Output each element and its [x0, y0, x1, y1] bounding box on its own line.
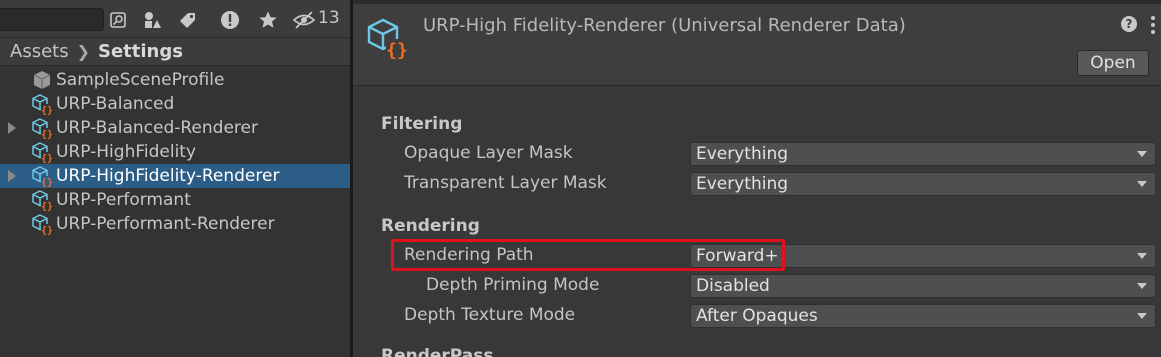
filter-by-type-icon[interactable]	[136, 6, 168, 34]
asset-label: URP-HighFidelity	[56, 142, 197, 162]
asset-item[interactable]: {} URP-Balanced	[0, 92, 350, 116]
inspector-header: {} URP-High Fidelity-Renderer (Universal…	[353, 4, 1161, 86]
volume-profile-icon	[30, 69, 54, 91]
opaque-layer-mask-dropdown[interactable]: Everything	[690, 142, 1156, 166]
dropdown-value: Everything	[696, 144, 789, 164]
svg-text:{}: {}	[41, 106, 53, 116]
urp-asset-icon: {}	[30, 117, 54, 139]
prop-label: Depth Priming Mode	[426, 275, 600, 295]
dropdown-value: Disabled	[696, 276, 770, 296]
prop-depth-priming-mode: Depth Priming Mode Disabled	[353, 271, 1161, 301]
urp-asset-icon: {}	[30, 93, 54, 115]
asset-label: SampleSceneProfile	[56, 70, 225, 90]
scene-search-icon[interactable]	[102, 6, 134, 34]
prop-transparent-layer-mask: Transparent Layer Mask Everything	[353, 169, 1161, 199]
favorites-star-icon[interactable]	[252, 6, 284, 34]
asset-label: URP-Performant-Renderer	[56, 214, 275, 234]
asset-item[interactable]: SampleSceneProfile	[0, 68, 350, 92]
search-field[interactable]	[0, 8, 104, 31]
dropdown-arrow-icon	[1137, 313, 1147, 319]
asset-label: URP-Balanced	[56, 94, 175, 114]
urp-asset-icon: {}	[30, 141, 54, 163]
prop-rendering-path: Rendering Path Forward+	[353, 241, 1161, 271]
svg-text:{}: {}	[41, 178, 53, 188]
dropdown-arrow-icon	[1137, 151, 1147, 157]
chevron-right-icon: ❯	[76, 42, 90, 61]
depth-priming-mode-dropdown[interactable]: Disabled	[690, 274, 1156, 298]
hidden-packages-eye-icon[interactable]	[288, 6, 320, 34]
prop-opaque-layer-mask: Opaque Layer Mask Everything	[353, 139, 1161, 169]
help-icon[interactable]: ?	[1121, 16, 1137, 32]
open-button[interactable]: Open	[1077, 50, 1149, 76]
svg-text:{}: {}	[41, 202, 53, 212]
prop-label: Transparent Layer Mask	[404, 173, 607, 193]
svg-text:{}: {}	[386, 40, 408, 61]
dropdown-arrow-icon	[1137, 253, 1147, 259]
asset-item[interactable]: {} URP-HighFidelity	[0, 140, 350, 164]
project-panel: 13 Assets ❯ Settings SampleSceneProfile{…	[0, 0, 350, 357]
foldout-arrow-icon[interactable]	[8, 122, 16, 134]
filter-by-label-icon[interactable]	[172, 6, 204, 34]
urp-asset-icon: {}	[30, 213, 54, 235]
hidden-count: 13	[318, 8, 340, 28]
asset-item[interactable]: {} URP-Performant	[0, 188, 350, 212]
breadcrumb: Assets ❯ Settings	[0, 38, 350, 66]
transparent-layer-mask-dropdown[interactable]: Everything	[690, 172, 1156, 196]
kebab-menu-icon[interactable]	[1151, 16, 1155, 34]
asset-label: URP-Balanced-Renderer	[56, 118, 258, 138]
project-toolbar: 13	[0, 0, 350, 38]
asset-item[interactable]: {} URP-Performant-Renderer	[0, 212, 350, 236]
inspector-title: URP-High Fidelity-Renderer (Universal Re…	[423, 15, 906, 36]
dropdown-value: Everything	[696, 174, 789, 194]
rendering-path-dropdown[interactable]: Forward+	[690, 244, 1156, 268]
section-rendering: Rendering	[381, 216, 480, 236]
asset-list: SampleSceneProfile{} URP-Balanced{} URP-Ba…	[0, 68, 350, 236]
depth-texture-mode-dropdown[interactable]: After Opaques	[690, 304, 1156, 328]
dropdown-arrow-icon	[1137, 181, 1147, 187]
dropdown-value: After Opaques	[696, 306, 818, 326]
asset-item[interactable]: {} URP-Balanced-Renderer	[0, 116, 350, 140]
svg-text:{}: {}	[41, 130, 53, 140]
foldout-arrow-icon[interactable]	[8, 170, 16, 182]
svg-text:{}: {}	[41, 226, 53, 236]
asset-item[interactable]: {} URP-HighFidelity-Renderer	[0, 164, 350, 188]
inspector-panel: {} URP-High Fidelity-Renderer (Universal…	[353, 0, 1161, 357]
prop-label: Depth Texture Mode	[404, 305, 576, 325]
prop-label: Opaque Layer Mask	[404, 143, 573, 163]
asset-label: URP-Performant	[56, 190, 191, 210]
breadcrumb-assets[interactable]: Assets	[10, 41, 69, 62]
svg-text:{}: {}	[41, 154, 53, 164]
asset-label: URP-HighFidelity-Renderer	[56, 166, 280, 186]
section-filtering: Filtering	[381, 114, 463, 134]
breadcrumb-settings[interactable]: Settings	[98, 41, 183, 62]
console-warning-icon[interactable]	[214, 6, 246, 34]
prop-label: Rendering Path	[404, 245, 534, 265]
urp-renderer-asset-icon: {}	[365, 16, 411, 67]
section-renderpass: RenderPass	[381, 346, 494, 357]
dropdown-value: Forward+	[696, 246, 779, 266]
dropdown-arrow-icon	[1137, 283, 1147, 289]
urp-asset-icon: {}	[30, 165, 54, 187]
urp-asset-icon: {}	[30, 189, 54, 211]
prop-depth-texture-mode: Depth Texture Mode After Opaques	[353, 301, 1161, 331]
